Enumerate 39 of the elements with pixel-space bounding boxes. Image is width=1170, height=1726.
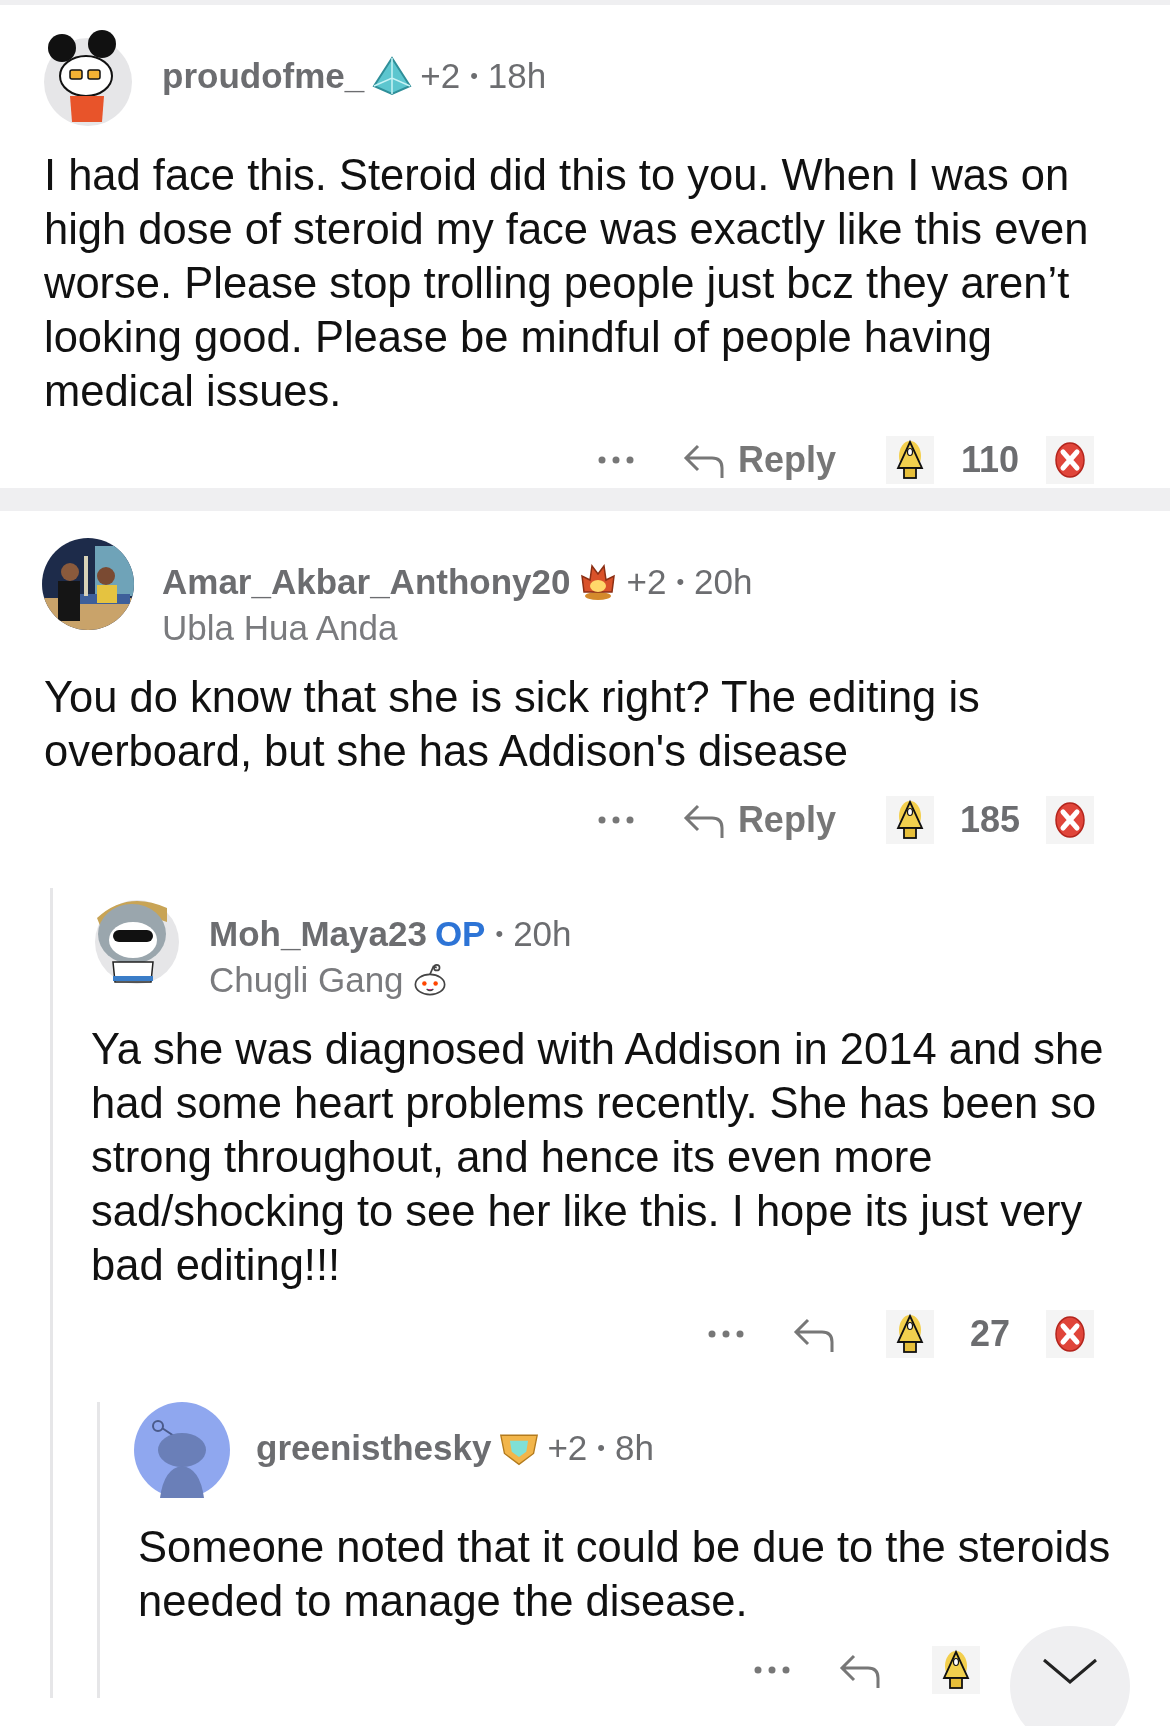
separator-dot: • (494, 921, 505, 947)
upvote-icon[interactable] (885, 796, 934, 844)
vote-count: 27 (968, 1313, 1011, 1355)
award-count: +2 (420, 56, 461, 96)
more-options-button[interactable] (752, 1664, 792, 1676)
crystal-icon (372, 56, 413, 96)
separator-dot: • (596, 1435, 606, 1461)
comment-text: Ya she was diagnosed with Addison in 2014 and she had some heart problems recently. She has been so strong throughout, and hence its even more sad/shocking to see her like this. I hope its just very bad editing!!! (91, 1024, 1105, 1291)
user-flair: Ubla Hua Anda (162, 608, 398, 648)
upvote-icon[interactable] (932, 1646, 980, 1694)
avatar-icon (134, 1402, 230, 1498)
vote-count: 185 (959, 799, 1020, 841)
more-options-button[interactable] (706, 1328, 746, 1340)
separator-dot: • (469, 63, 479, 89)
comment-text: Someone noted that it could be due to the steroids needed to manage the disease. (138, 1522, 1112, 1627)
user-flair: Chugli Gang (209, 960, 404, 1000)
vote-count: 110 (960, 439, 1020, 481)
comment-age: 20h (513, 914, 572, 954)
username[interactable]: greenisthesky (256, 1428, 492, 1468)
award-count: +2 (547, 1428, 588, 1468)
separator-dot: • (675, 569, 686, 595)
upvote-icon[interactable] (886, 1310, 934, 1358)
reply-button[interactable]: Reply (681, 439, 836, 481)
comment-text: I had face this. Steroid did this to you. When I was on high dose of steroid my face was exactly like this even worse. Please stop trolling people just bcz they aren’t looking good. Please be mindful of people having medical issues. (44, 150, 1090, 417)
chevron-down-icon (1040, 1656, 1100, 1686)
username[interactable]: Amar_Akbar_Anthony20 (162, 562, 571, 602)
comment-age: 8h (615, 1428, 654, 1468)
reply-button[interactable]: Reply (681, 799, 836, 841)
award-count: +2 (626, 562, 667, 602)
comment-age: 18h (487, 56, 547, 96)
comment-age: 20h (694, 562, 753, 602)
downvote-icon[interactable] (1046, 796, 1094, 844)
username[interactable]: proudofme_ (162, 56, 365, 96)
username[interactable]: Moh_Maya23 (209, 914, 427, 954)
comment-text: You do know that she is sick right? The editing is overboard, but she has Addison's disease (44, 672, 981, 777)
op-label: OP (434, 914, 486, 954)
downvote-icon[interactable] (1046, 436, 1094, 484)
downvote-icon[interactable] (1046, 1310, 1094, 1358)
upvote-icon[interactable] (886, 436, 934, 484)
